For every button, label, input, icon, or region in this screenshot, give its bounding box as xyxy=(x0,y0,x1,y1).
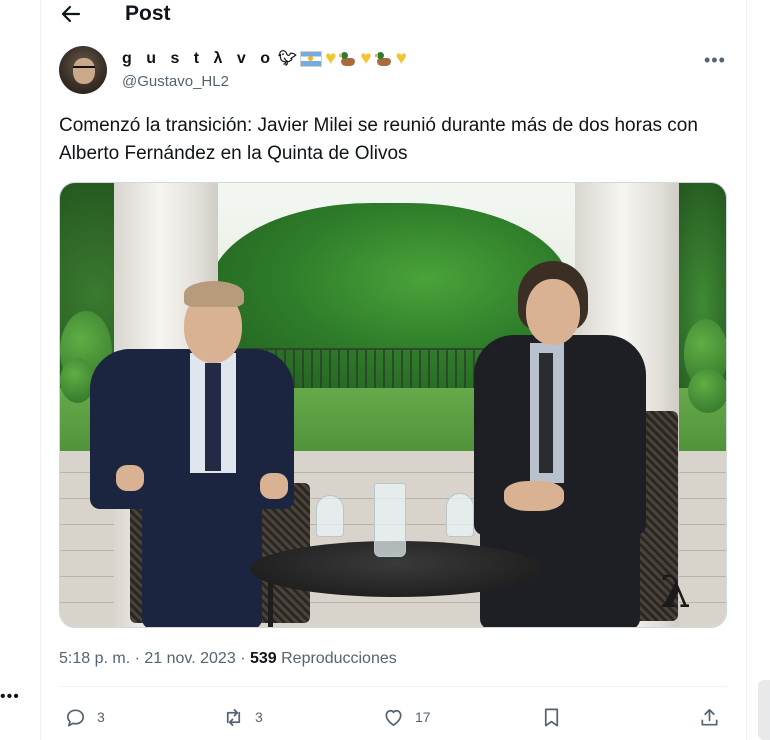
reply-icon xyxy=(66,708,85,727)
page-title: Post xyxy=(125,2,171,25)
avatar-glasses xyxy=(73,66,95,73)
bookmark-button[interactable] xyxy=(540,704,563,730)
author-display-name[interactable]: g u s t λ v o 🐦︎ ♥ ♥ ♥ xyxy=(122,48,407,70)
photo-table-leg xyxy=(268,583,273,627)
photo-person-right-hands xyxy=(504,481,564,511)
column-border-right xyxy=(746,0,747,740)
repost-icon xyxy=(226,708,241,726)
views-label: Reproducciones xyxy=(281,650,397,667)
back-arrow-icon xyxy=(61,5,81,23)
like-icon xyxy=(385,709,402,726)
photo-person-left-hand xyxy=(116,465,144,491)
author-name-text: g u s t λ v o xyxy=(122,50,276,67)
reply-count: 3 xyxy=(97,709,105,725)
heart-icon: ♥ xyxy=(360,48,372,69)
photo-person-left-legs xyxy=(142,479,262,627)
column-border-left xyxy=(40,0,41,740)
photo-person-right-tie xyxy=(539,353,553,473)
more-icon[interactable]: ••• xyxy=(704,50,726,71)
photo-table-leg xyxy=(518,583,523,627)
photo-glass xyxy=(316,495,344,537)
duck-icon xyxy=(374,51,393,67)
argentina-flag-icon xyxy=(300,51,323,67)
repost-button[interactable]: 3 xyxy=(222,704,263,730)
photo-glass xyxy=(446,493,474,537)
like-button[interactable]: 17 xyxy=(382,704,431,730)
heart-icon: ♥ xyxy=(395,48,407,69)
photo-water-pitcher xyxy=(374,483,406,557)
like-count: 17 xyxy=(415,709,431,725)
share-button[interactable] xyxy=(698,704,721,730)
share-icon xyxy=(701,708,718,726)
photo-person-left-hand xyxy=(260,473,288,499)
left-more-icon[interactable]: ••• xyxy=(0,688,20,706)
tweet-date[interactable]: 21 nov. 2023 xyxy=(144,650,235,667)
meta-separator: · xyxy=(134,650,140,667)
back-button[interactable] xyxy=(59,2,83,26)
duck-icon xyxy=(339,51,357,67)
photo-person-left-tie xyxy=(205,363,221,471)
avatar[interactable] xyxy=(59,46,107,94)
page-header: Post xyxy=(41,0,746,30)
bookmark-icon xyxy=(544,707,559,727)
tweet-photo[interactable]: λ xyxy=(59,182,727,628)
right-scroll-strip xyxy=(758,680,770,740)
views-count: 539 xyxy=(249,650,277,667)
heart-icon: ♥ xyxy=(325,48,337,69)
reply-button[interactable]: 3 xyxy=(64,704,105,730)
author-handle[interactable]: @Gustavo_HL2 xyxy=(122,72,229,92)
tweet-text: Comenzó la transición: Javier Milei se r… xyxy=(59,115,698,164)
photo-person-left-cap xyxy=(184,281,244,307)
photo-lambda-watermark: λ xyxy=(660,567,691,618)
photo-bush xyxy=(688,369,726,413)
repost-count: 3 xyxy=(255,709,263,725)
left-gutter xyxy=(0,0,40,740)
name-emojis: 🐦︎ ♥ ♥ ♥ xyxy=(277,48,407,70)
tweet-time[interactable]: 5:18 p. m. xyxy=(59,650,130,667)
bird-icon: 🐦︎ xyxy=(278,50,298,67)
divider xyxy=(59,686,727,687)
photo-person-right-head xyxy=(526,279,580,345)
tweet-meta: 5:18 p. m. · 21 nov. 2023 · 539 Reproduc… xyxy=(59,648,397,670)
meta-separator: · xyxy=(240,650,246,667)
